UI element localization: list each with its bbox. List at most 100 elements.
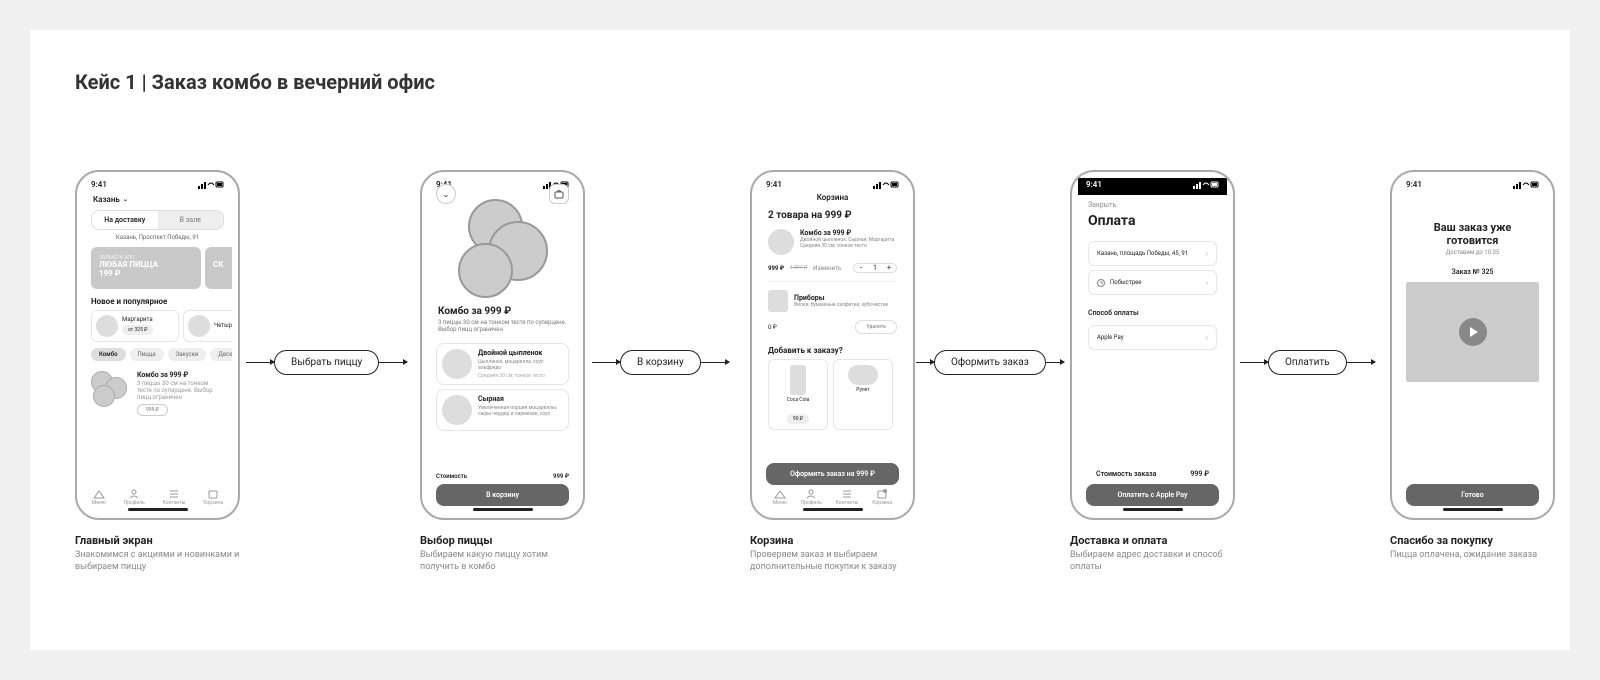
- minus-icon[interactable]: −: [854, 264, 868, 272]
- canvas: Кейс 1 | Заказ комбо в вечерний офис 9:4…: [30, 30, 1570, 650]
- change-link[interactable]: Изменить: [813, 265, 841, 272]
- pizza-option[interactable]: Двойной цыпленок Цыпленок, моцарелла, со…: [436, 343, 569, 385]
- flow-step-2: В корзину: [592, 350, 729, 380]
- nav-profile[interactable]: Профиль: [124, 489, 145, 506]
- nav-contacts[interactable]: Контакты: [163, 489, 186, 506]
- upsell-item[interactable]: Рулет: [833, 359, 893, 430]
- pizza-icon: [96, 315, 118, 337]
- pizza-icon: [442, 395, 472, 425]
- cart-summary: 2 товара на 999 ₽: [758, 202, 907, 225]
- promo-banner-2[interactable]: СК: [205, 247, 232, 289]
- play-icon[interactable]: [1459, 318, 1487, 346]
- product-card[interactable]: Маргарита от 325 ₽: [91, 310, 179, 342]
- close-button[interactable]: Закрыть: [1078, 195, 1227, 209]
- bottom-bar: Готово: [1398, 484, 1547, 506]
- cart-title: Корзина: [758, 193, 907, 202]
- caption: Спасибо за покупку Пицца оплачена, ожида…: [1390, 534, 1555, 562]
- delivery-eta: Доставим до 10:35: [1398, 249, 1547, 256]
- cart-price-row: 999 ₽ 1 397 ₽ Изменить − 1 +: [758, 259, 907, 279]
- chip-pizza[interactable]: Пицца: [130, 348, 164, 361]
- pizza-icon: [442, 349, 472, 379]
- order-number: Заказ № 325: [1398, 256, 1547, 282]
- status-bar: 9:41: [83, 178, 232, 191]
- popular-cards: Маргарита от 325 ₽ Четыр: [83, 310, 232, 342]
- status-icons: [1193, 180, 1219, 189]
- add-to-cart-button[interactable]: В корзину: [436, 484, 569, 506]
- delivery-toggle[interactable]: На доставку В зале: [91, 210, 224, 230]
- chip-dessert[interactable]: Десерты: [210, 348, 232, 361]
- address-row[interactable]: Казань, площадь Победы, 45, 91›: [1088, 241, 1217, 266]
- section-new: Новое и популярное: [83, 289, 232, 310]
- qty-stepper[interactable]: − 1 +: [853, 263, 897, 273]
- address-line[interactable]: Казань, Проспект Победы, 91: [83, 234, 232, 241]
- video-placeholder[interactable]: [1406, 282, 1539, 382]
- promo-banner[interactable]: ТОЛЬКО В АПП ЛЮБАЯ ПИЦЦА 199 ₽: [91, 247, 201, 289]
- chip-combo[interactable]: Комбо: [91, 348, 126, 361]
- utensils-icon: [768, 290, 788, 312]
- phone-frame: 9:41 ⌄ Комбо за 999 ₽ 3 пиццы 30 см на т…: [420, 170, 585, 520]
- utensils-row: Приборы Вилки, бумажные салфетки, зубочи…: [758, 284, 907, 318]
- nav-menu[interactable]: Меню: [92, 489, 106, 506]
- flow-label: В корзину: [620, 350, 701, 375]
- combo-image: [428, 193, 577, 298]
- flow-step-1: Выбрать пиццу: [246, 350, 407, 380]
- nav-profile[interactable]: Профиль: [801, 489, 822, 506]
- screen3-group: 9:41 Корзина 2 товара на 999 ₽ Комбо за …: [750, 170, 915, 573]
- tab-delivery[interactable]: На доставку: [92, 211, 158, 229]
- city-selector[interactable]: Казань ⌄: [83, 191, 232, 204]
- plus-icon[interactable]: +: [882, 264, 896, 272]
- bottom-nav: Меню Профиль Контакты Корзина: [766, 489, 899, 506]
- screen4-group: 9:41 Закрыть Оплата Казань, площадь Побе…: [1070, 170, 1235, 573]
- promo-row: ТОЛЬКО В АПП ЛЮБАЯ ПИЦЦА 199 ₽ СК: [83, 247, 232, 289]
- speed-row[interactable]: Побыстрее›: [1088, 270, 1217, 295]
- caption: Доставка и оплата Выбираем адрес доставк…: [1070, 534, 1235, 573]
- phone-frame: 9:41 Казань ⌄ На доставку В зале Казань,…: [75, 170, 240, 520]
- checkout-button[interactable]: Оформить заказ на 999 ₽: [766, 463, 899, 485]
- caption: Корзина Проверяем заказ и выбираем допол…: [750, 534, 915, 573]
- roll-icon: [848, 365, 878, 385]
- phone-frame: 9:41 Ваш заказ уже готовится Доставим до…: [1390, 170, 1555, 520]
- home-indicator: [803, 508, 863, 511]
- pizza-option[interactable]: Сырная Увеличенная порция моцареллы, сыр…: [436, 389, 569, 431]
- status-bar: 9:41: [758, 178, 907, 191]
- nav-cart[interactable]: Корзина: [872, 489, 892, 506]
- chevron-right-icon: ›: [1206, 278, 1208, 287]
- nav-cart[interactable]: Корзина: [203, 489, 223, 506]
- flow-label: Оформить заказ: [934, 350, 1046, 375]
- bottom-bar: Стоимость999 ₽ В корзину: [428, 473, 577, 506]
- chevron-down-icon: ⌄: [123, 196, 128, 203]
- pizza-icon: [188, 315, 210, 337]
- flow-step-4: Оплатить: [1240, 350, 1375, 380]
- chevron-right-icon: ›: [1206, 249, 1208, 258]
- utensils-price: 0 ₽ Удалить: [758, 318, 907, 340]
- status-time: 9:41: [91, 180, 107, 189]
- nav-menu[interactable]: Меню: [773, 489, 787, 506]
- screen1-group: 9:41 Казань ⌄ На доставку В зале Казань,…: [75, 170, 240, 573]
- delete-button[interactable]: Удалить: [855, 320, 897, 334]
- pay-button[interactable]: Оплатить с Apple Pay: [1086, 484, 1219, 506]
- bottom-bar: Оформить заказ на 999 ₽ Меню Профиль Кон…: [758, 463, 907, 506]
- chip-snack[interactable]: Закуски: [168, 348, 207, 361]
- combo-card[interactable]: Комбо за 999 ₽ 3 пиццы 30 см на тонком т…: [83, 367, 232, 416]
- home-indicator: [128, 508, 188, 511]
- bottle-icon: [790, 365, 806, 395]
- status-icons: [198, 180, 224, 189]
- nav-contacts[interactable]: Контакты: [836, 489, 859, 506]
- status-icons: [873, 180, 899, 189]
- status-bar: 9:41: [1398, 178, 1547, 191]
- upsell-title: Добавить к заказу?: [758, 340, 907, 359]
- phone-frame: 9:41 Корзина 2 товара на 999 ₽ Комбо за …: [750, 170, 915, 520]
- upsell-item[interactable]: Coca Cola 90 ₽: [768, 359, 828, 430]
- payment-method-row[interactable]: Apple Pay›: [1088, 325, 1217, 350]
- bottom-nav: Меню Профиль Контакты Корзина: [83, 489, 232, 506]
- flow-label: Оплатить: [1268, 350, 1347, 375]
- product-card[interactable]: Четыр: [183, 310, 232, 342]
- done-button[interactable]: Готово: [1406, 484, 1539, 506]
- payment-section-title: Способ оплаты: [1078, 299, 1227, 321]
- status-icons: [1513, 180, 1539, 189]
- thankyou-title: Ваш заказ уже готовится: [1398, 191, 1547, 249]
- caption: Выбор пиццы Выбираем какую пиццу хотим п…: [420, 534, 585, 573]
- tab-hall[interactable]: В зале: [158, 211, 224, 229]
- home-indicator: [1123, 508, 1183, 511]
- clock-icon: [1097, 279, 1105, 287]
